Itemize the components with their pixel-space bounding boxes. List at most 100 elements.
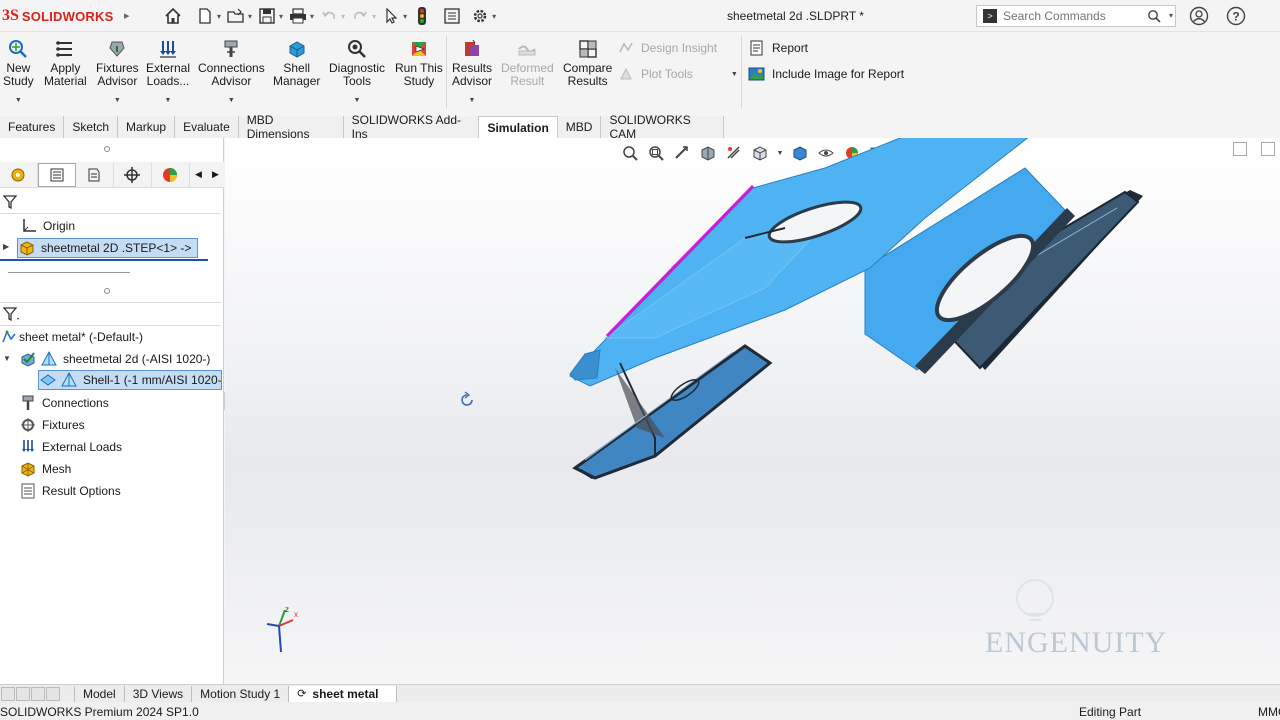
new-document-icon[interactable] bbox=[194, 5, 216, 27]
run-this-study-button[interactable]: Run This Study bbox=[395, 38, 443, 88]
run-study-icon bbox=[408, 38, 430, 60]
chevron-down-icon[interactable]: ▾ bbox=[341, 12, 345, 21]
plot-tools-button[interactable]: Plot Tools ▼ bbox=[617, 65, 738, 83]
feature-manager-tab[interactable] bbox=[0, 162, 38, 187]
cmd-label: Diagnostic Tools bbox=[329, 61, 386, 88]
tree-item-study[interactable]: sheet metal* (-Default-) bbox=[0, 327, 143, 347]
deformed-result-button[interactable]: Deformed Result bbox=[501, 38, 554, 88]
property-manager-tab[interactable] bbox=[37, 162, 76, 187]
shell-manager-button[interactable]: Shell Manager bbox=[273, 38, 320, 88]
apply-material-button[interactable]: Apply Material bbox=[44, 38, 87, 88]
tab-features[interactable]: Features bbox=[0, 116, 65, 138]
chevron-down-icon[interactable]: ▾ bbox=[217, 12, 221, 21]
tab-evaluate[interactable]: Evaluate bbox=[175, 116, 239, 138]
solidworks-logo[interactable]: 3S SOLIDWORKS bbox=[0, 6, 113, 26]
chevron-down-icon[interactable]: ▾ bbox=[1169, 11, 1173, 20]
design-insight-button[interactable]: Design Insight bbox=[617, 39, 717, 57]
simulation-tree-filter[interactable] bbox=[0, 302, 221, 326]
tree-item-external-loads[interactable]: External Loads bbox=[19, 437, 122, 457]
options-gear-icon[interactable] bbox=[469, 5, 491, 27]
next-tab-icon[interactable] bbox=[31, 686, 45, 701]
tree-item-connections[interactable]: Connections bbox=[19, 393, 109, 413]
chevron-down-icon[interactable]: ▾ bbox=[403, 12, 407, 21]
tree-item-origin[interactable]: Origin bbox=[20, 216, 75, 236]
previous-tab-icon[interactable] bbox=[16, 686, 30, 701]
last-tab-icon[interactable] bbox=[46, 686, 60, 701]
chevron-right-icon[interactable]: ▶ bbox=[207, 163, 224, 187]
diagnostic-tools-icon bbox=[346, 38, 368, 60]
shell-body-icon bbox=[40, 350, 58, 368]
first-tab-icon[interactable] bbox=[1, 686, 15, 701]
compare-results-button[interactable]: Compare Results bbox=[563, 38, 612, 88]
search-input[interactable] bbox=[1003, 9, 1143, 23]
tree-item-shell[interactable]: Shell-1 (-1 mm/AISI 1020-) bbox=[38, 370, 222, 390]
help-icon[interactable]: ? bbox=[1226, 6, 1246, 29]
panel-splitter-handle[interactable] bbox=[104, 288, 110, 294]
chevron-down-icon[interactable]: ▼ bbox=[469, 94, 476, 107]
tab-mbd-dimensions[interactable]: MBD Dimensions bbox=[238, 113, 344, 141]
chevron-down-icon[interactable]: ▾ bbox=[310, 12, 314, 21]
graphics-viewport[interactable]: ▼ ▼ ▼ + bbox=[225, 138, 1280, 686]
new-study-button[interactable]: New Study ▼ bbox=[3, 38, 34, 107]
undo-icon[interactable] bbox=[318, 5, 340, 27]
expand-arrow-icon[interactable]: ▶ bbox=[3, 242, 9, 251]
include-image-button[interactable]: Include Image for Report bbox=[748, 65, 904, 83]
search-icon[interactable] bbox=[1147, 9, 1161, 26]
tab-sheet-metal-study[interactable]: ⟳ sheet metal bbox=[289, 685, 398, 702]
select-cursor-icon[interactable] bbox=[380, 5, 402, 27]
file-properties-icon[interactable] bbox=[441, 5, 463, 27]
chevron-down-icon[interactable]: ▾ bbox=[372, 12, 376, 21]
chevron-down-icon[interactable]: ▼ bbox=[731, 71, 738, 78]
tab-model[interactable]: Model bbox=[74, 685, 125, 702]
print-icon[interactable] bbox=[287, 5, 309, 27]
home-icon[interactable] bbox=[162, 5, 184, 27]
fixtures-advisor-icon bbox=[106, 38, 128, 60]
chevron-down-icon[interactable]: ▼ bbox=[165, 94, 172, 107]
rollback-bar[interactable] bbox=[0, 259, 208, 261]
fixtures-advisor-button[interactable]: Fixtures Advisor ▼ bbox=[96, 38, 139, 107]
configuration-manager-tab[interactable] bbox=[76, 162, 114, 187]
open-folder-icon[interactable] bbox=[225, 5, 247, 27]
chevron-down-icon[interactable]: ▼ bbox=[228, 94, 235, 107]
panel-splitter-handle[interactable] bbox=[104, 146, 110, 152]
connections-advisor-button[interactable]: Connections Advisor ▼ bbox=[198, 38, 265, 107]
tree-item-mesh[interactable]: Mesh bbox=[19, 459, 71, 479]
search-commands-box[interactable]: > ▾ bbox=[976, 5, 1176, 27]
tree-item-fixtures[interactable]: Fixtures bbox=[19, 415, 85, 435]
results-advisor-button[interactable]: Results Advisor ▼ bbox=[452, 38, 492, 107]
document-title: sheetmetal 2d .SLDPRT * bbox=[727, 9, 864, 23]
property-list-icon bbox=[50, 168, 64, 181]
tab-sketch[interactable]: Sketch bbox=[64, 116, 119, 138]
tree-item-step-body[interactable]: sheetmetal 2D .STEP<1> -> bbox=[17, 238, 199, 258]
tree-item-result-options[interactable]: Result Options bbox=[19, 481, 121, 501]
dimxpert-manager-tab[interactable] bbox=[114, 162, 152, 187]
chevron-down-icon[interactable]: ▼ bbox=[354, 94, 361, 107]
unit-system-button[interactable]: MMGS bbox=[1258, 705, 1280, 719]
tab-simulation[interactable]: Simulation bbox=[479, 116, 558, 138]
tab-motion-study-1[interactable]: Motion Study 1 bbox=[192, 685, 290, 702]
rebuild-traffic-light-icon[interactable] bbox=[411, 5, 433, 27]
chevron-down-icon[interactable]: ▼ bbox=[114, 94, 121, 107]
chevron-down-icon[interactable]: ▼ bbox=[15, 94, 22, 107]
feature-tree-filter[interactable] bbox=[0, 190, 221, 214]
user-account-icon[interactable] bbox=[1189, 6, 1209, 29]
tab-markup[interactable]: Markup bbox=[118, 116, 176, 138]
external-loads-button[interactable]: External Loads... ▼ bbox=[146, 38, 190, 107]
redo-icon[interactable] bbox=[349, 5, 371, 27]
tab-3d-views[interactable]: 3D Views bbox=[125, 685, 193, 702]
chevron-down-icon[interactable]: ▾ bbox=[279, 12, 283, 21]
display-manager-tab[interactable] bbox=[152, 162, 190, 187]
chevron-down-icon[interactable]: ▾ bbox=[248, 12, 252, 21]
tree-item-part[interactable]: sheetmetal 2d (-AISI 1020-) bbox=[19, 349, 210, 369]
save-icon[interactable] bbox=[256, 5, 278, 27]
tab-solidworks-cam[interactable]: SOLIDWORKS CAM bbox=[601, 113, 724, 141]
external-loads-icon bbox=[157, 38, 179, 60]
collapse-arrow-icon[interactable]: ▼ bbox=[3, 354, 11, 363]
tab-mbd[interactable]: MBD bbox=[557, 116, 602, 138]
report-button[interactable]: Report bbox=[748, 39, 808, 57]
tab-solidworks-add-ins[interactable]: SOLIDWORKS Add-Ins bbox=[343, 113, 480, 141]
diagnostic-tools-button[interactable]: Diagnostic Tools ▼ bbox=[329, 38, 385, 107]
chevron-down-icon[interactable]: ▾ bbox=[492, 12, 496, 21]
chevron-left-icon[interactable]: ◀ bbox=[190, 163, 207, 187]
chevron-right-icon[interactable]: ▸ bbox=[124, 9, 130, 22]
